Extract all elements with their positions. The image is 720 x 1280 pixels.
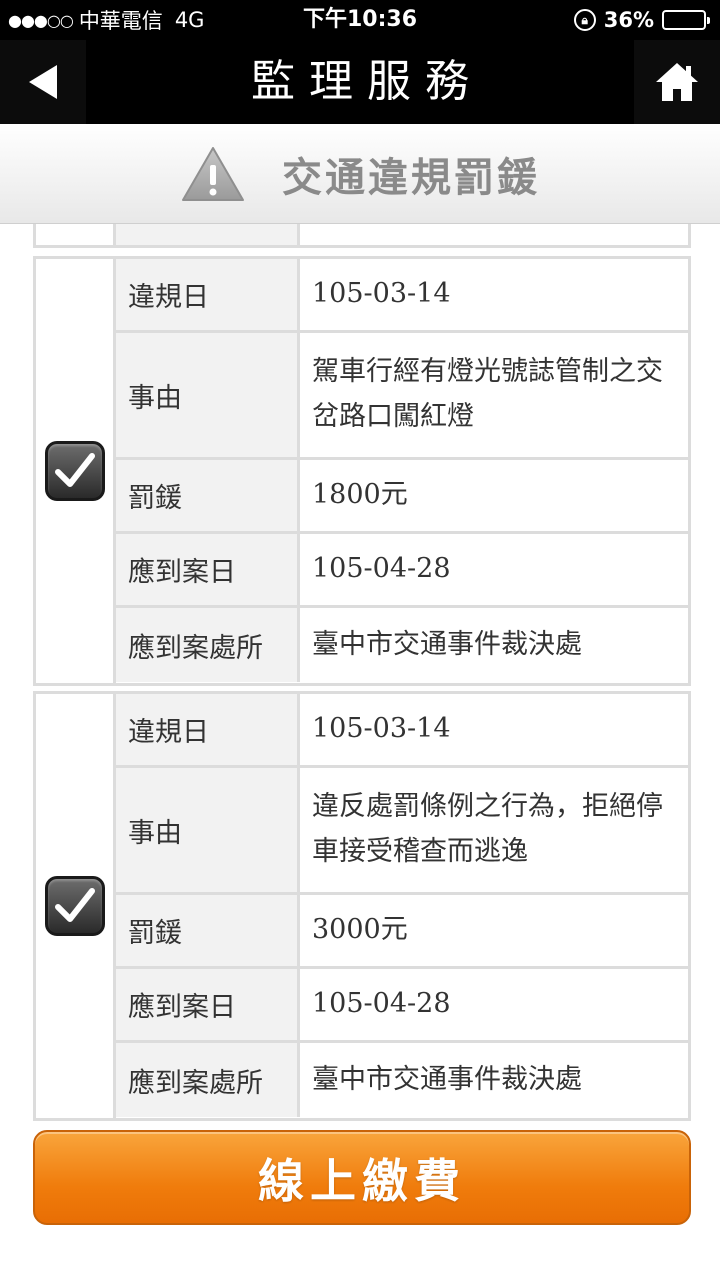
warning-icon (182, 146, 244, 201)
field-label: 應到案處所 (116, 608, 300, 682)
field-label: 應到案日 (116, 969, 300, 1040)
online-payment-button[interactable]: 線上繳費 (33, 1130, 691, 1225)
field-value: 1800元 (312, 479, 408, 511)
section-header: 交通違規罰鍰 (0, 124, 720, 224)
back-arrow-icon (29, 65, 57, 99)
home-icon (656, 63, 698, 101)
field-value: 違反處罰條例之行為，拒絕停車接受稽查而逃逸 (312, 791, 663, 867)
row-violation-date: 違規日 105-03-14 (116, 694, 688, 768)
field-value: 3000元 (312, 914, 408, 946)
select-cell[interactable] (36, 259, 116, 683)
field-label: 罰鍰 (116, 460, 300, 531)
row-office: 應到案處所 臺中市交通事件裁決處 (116, 608, 688, 682)
field-value: 105-04-28 (312, 988, 451, 1020)
fine-list[interactable]: 違規日 105-03-14 事由 駕車行經有燈光號誌管制之交岔路口闖紅燈 罰鍰 … (0, 224, 720, 1280)
row-violation-date: 違規日 105-03-14 (116, 259, 688, 333)
field-value: 臺中市交通事件裁決處 (312, 1063, 582, 1095)
field-label: 事由 (116, 768, 300, 892)
page-title: 監理服務 (251, 56, 483, 107)
record-checkbox[interactable] (44, 441, 105, 501)
select-cell[interactable] (36, 694, 116, 1118)
home-button[interactable] (634, 40, 720, 124)
row-fine-amount: 罰鍰 3000元 (116, 895, 688, 969)
battery-percent: 36% (603, 8, 654, 32)
row-due-date: 應到案日 105-04-28 (116, 969, 688, 1043)
row-reason: 事由 違反處罰條例之行為，拒絕停車接受稽查而逃逸 (116, 768, 688, 895)
fine-record-card: 違規日 105-03-14 事由 違反處罰條例之行為，拒絕停車接受稽查而逃逸 罰… (33, 691, 691, 1121)
field-value: 臺中市交通事件裁決處 (312, 628, 582, 660)
field-value: 105-04-28 (312, 553, 451, 585)
rotation-lock-icon: 🔒︎ (573, 9, 596, 31)
nav-bar: 監理服務 (0, 40, 720, 124)
row-office: 應到案處所 臺中市交通事件裁決處 (116, 1043, 688, 1117)
partial-record-card (33, 224, 691, 248)
status-bar: ●●●○○ 中華電信 4G 下午10:36 🔒︎ 36% (0, 0, 720, 40)
row-fine-amount: 罰鍰 1800元 (116, 460, 688, 534)
field-label: 違規日 (116, 259, 300, 330)
checkmark-icon (54, 453, 95, 487)
field-label: 應到案處所 (116, 1043, 300, 1117)
field-value: 105-03-14 (312, 278, 451, 310)
section-title: 交通違規罰鍰 (282, 154, 540, 201)
row-reason: 事由 駕車行經有燈光號誌管制之交岔路口闖紅燈 (116, 333, 688, 460)
checkmark-icon (54, 888, 95, 922)
field-label: 罰鍰 (116, 895, 300, 966)
back-button[interactable] (0, 40, 86, 124)
record-checkbox[interactable] (44, 876, 105, 936)
fine-record-card: 違規日 105-03-14 事由 駕車行經有燈光號誌管制之交岔路口闖紅燈 罰鍰 … (33, 256, 691, 686)
field-value: 105-03-14 (312, 713, 451, 745)
field-label: 違規日 (116, 694, 300, 765)
field-label: 應到案日 (116, 534, 300, 605)
field-label: 事由 (116, 333, 300, 457)
status-right: 🔒︎ 36% (573, 0, 710, 40)
battery-icon (662, 10, 710, 30)
field-value: 駕車行經有燈光號誌管制之交岔路口闖紅燈 (312, 356, 663, 432)
row-due-date: 應到案日 105-04-28 (116, 534, 688, 608)
